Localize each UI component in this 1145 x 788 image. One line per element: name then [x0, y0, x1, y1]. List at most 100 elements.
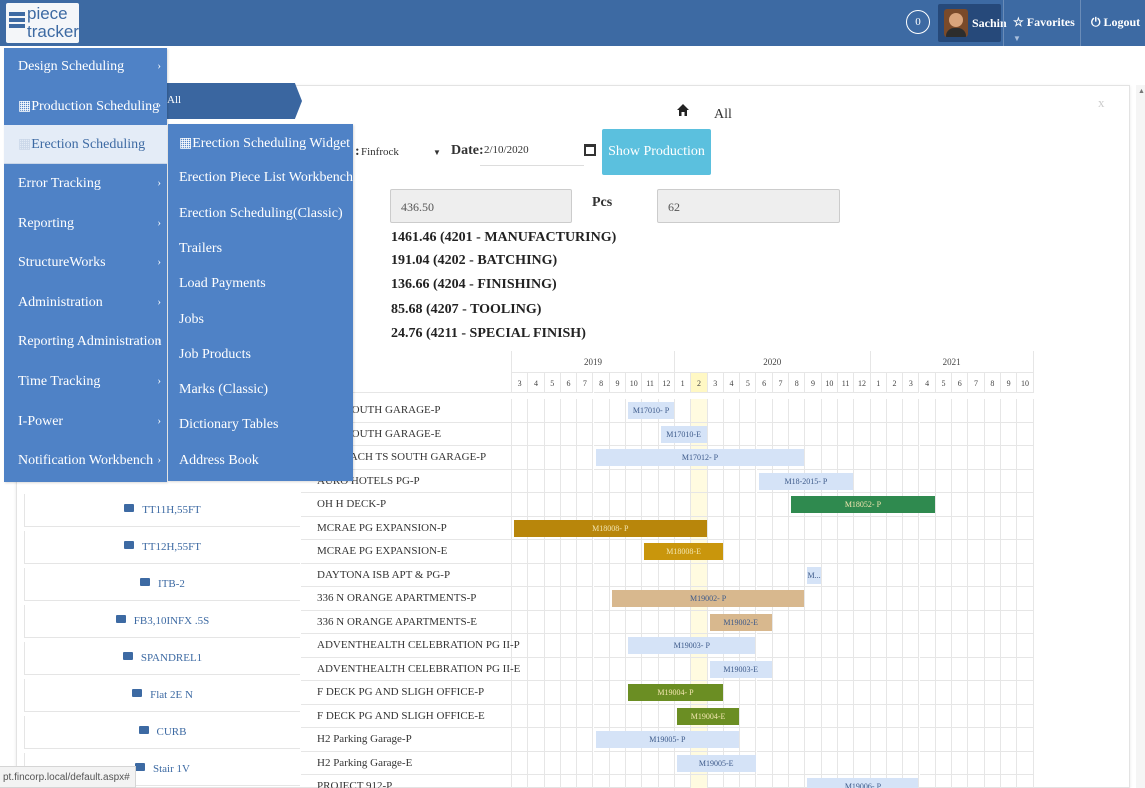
- gantt-schedule-bar[interactable]: M19004- P: [628, 684, 723, 701]
- gantt-grid-cell: [577, 446, 594, 470]
- gantt-job-name[interactable]: F DECK PG AND SLIGH OFFICE-P: [317, 686, 484, 698]
- submenu-item-piece-list-workbench[interactable]: Erection Piece List Workbench: [179, 170, 353, 186]
- gantt-grid-cell: [821, 516, 838, 540]
- gantt-job-name[interactable]: MCRAE PG EXPANSION-E: [317, 545, 447, 557]
- menu-item-reporting-administration[interactable]: Reporting Administration ›: [4, 323, 167, 362]
- gantt-grid-cell: [903, 728, 920, 752]
- gantt-job-name[interactable]: ADVENTHEALTH CELEBRATION PG II-E: [317, 663, 520, 675]
- gantt-grid-cell: [870, 610, 887, 634]
- gantt-schedule-bar[interactable]: M19005-E: [677, 754, 756, 772]
- submenu-item-jobs[interactable]: Jobs: [179, 312, 204, 328]
- menu-item-erection-scheduling[interactable]: ▦Erection Scheduling: [4, 125, 167, 164]
- logout-button[interactable]: ⏻ Logout: [1080, 0, 1145, 46]
- gantt-job-name[interactable]: MCRAE PG EXPANSION-P: [317, 522, 447, 534]
- notification-count-badge[interactable]: 0: [906, 10, 930, 34]
- home-icon[interactable]: [676, 103, 690, 117]
- gantt-schedule-bar[interactable]: M18008- P: [514, 519, 707, 537]
- submenu-item-trailers[interactable]: Trailers: [179, 241, 222, 257]
- gantt-schedule-bar[interactable]: M17010- P: [628, 402, 674, 419]
- show-production-button[interactable]: Show Production: [602, 129, 711, 175]
- gantt-job-name[interactable]: 336 N ORANGE APARTMENTS-P: [317, 592, 476, 604]
- gantt-month-header: 2: [886, 373, 904, 393]
- gantt-grid-cell: [821, 446, 838, 470]
- gantt-job-name[interactable]: F DECK PG AND SLIGH OFFICE-E: [317, 710, 485, 722]
- gantt-grid-cell: [805, 446, 822, 470]
- grid-icon: ▦: [18, 137, 32, 152]
- gantt-month-header: 5: [935, 373, 953, 393]
- menu-item-administration[interactable]: Administration ›: [4, 284, 167, 323]
- menu-item-label: Error Tracking: [18, 176, 101, 191]
- menu-item-structureworks[interactable]: StructureWorks ›: [4, 244, 167, 283]
- scroll-up-arrow-icon[interactable]: ▲: [1138, 87, 1145, 95]
- date-input[interactable]: 2/10/2020: [480, 136, 584, 166]
- gantt-grid-cell: [560, 751, 578, 775]
- menu-item-design-scheduling[interactable]: Design Scheduling ›: [4, 48, 167, 87]
- menu-item-time-tracking[interactable]: Time Tracking ›: [4, 363, 167, 402]
- gantt-job-name[interactable]: ADVENTHEALTH CELEBRATION PG II-P: [317, 639, 520, 651]
- gantt-job-name[interactable]: H2 Parking Garage-P: [317, 733, 412, 745]
- gantt-schedule-bar[interactable]: M18-2015- P: [758, 472, 854, 490]
- piece-list-item[interactable]: SPANDREL1: [24, 642, 300, 675]
- piece-list-item[interactable]: CURB: [24, 716, 300, 749]
- page-scrollbar[interactable]: ▲: [1136, 85, 1145, 788]
- submenu-item-dictionary-tables[interactable]: Dictionary Tables: [179, 417, 278, 433]
- gantt-job-name[interactable]: DAYTONA ISB APT & PG-P: [317, 569, 450, 581]
- gantt-schedule-bar[interactable]: M19005- P: [595, 731, 740, 748]
- menu-item-notification-workbench[interactable]: Notification Workbench ›: [4, 442, 167, 481]
- menu-item-reporting[interactable]: Reporting ›: [4, 205, 167, 244]
- gantt-job-name[interactable]: OH H DECK-P: [317, 498, 386, 510]
- gantt-grid-cell: [659, 775, 675, 788]
- user-menu[interactable]: Sachin: [938, 4, 1007, 42]
- gantt-grid-cell: [903, 422, 920, 446]
- piece-list-item[interactable]: TT11H,55FT: [24, 494, 300, 527]
- gantt-job-name[interactable]: 336 N ORANGE APARTMENTS-E: [317, 616, 477, 628]
- submenu-item-job-products[interactable]: Job Products: [179, 347, 251, 363]
- gantt-schedule-bar[interactable]: M19003- P: [628, 637, 756, 654]
- gantt-schedule-bar[interactable]: M...: [807, 566, 821, 584]
- gantt-job-name[interactable]: H2 Parking Garage-E: [317, 757, 412, 769]
- gantt-grid-cell: [903, 563, 920, 587]
- gantt-grid-cell: [675, 610, 692, 634]
- gantt-grid-cell: [593, 422, 610, 446]
- favorites-menu[interactable]: ☆ Favorites ▼: [1003, 0, 1078, 46]
- menu-item-error-tracking[interactable]: Error Tracking ›: [4, 165, 167, 204]
- gantt-grid-cell: [707, 563, 724, 587]
- gantt-schedule-bar[interactable]: M18052- P: [791, 496, 935, 513]
- gantt-grid-cell: [772, 728, 790, 752]
- gantt-grid-cell: [577, 775, 594, 788]
- menu-item-i-power[interactable]: I-Power ›: [4, 403, 167, 442]
- piece-list-item[interactable]: ITB-2: [24, 568, 300, 601]
- gantt-schedule-bar[interactable]: M19002-E: [709, 613, 772, 631]
- calendar-icon[interactable]: [584, 144, 596, 156]
- gantt-grid-cell: [707, 469, 724, 493]
- gantt-grid-cell: [789, 634, 806, 658]
- gantt-schedule-bar[interactable]: M19006- P: [807, 778, 919, 788]
- piece-list-item[interactable]: TT12H,55FT: [24, 531, 300, 564]
- browser-status-url: pt.fincorp.local/default.aspx#: [0, 766, 136, 788]
- all-jobs-band[interactable]: All: [160, 83, 302, 119]
- gantt-schedule-bar[interactable]: M17012- P: [595, 449, 805, 466]
- piece-list-item[interactable]: FB3,10INFX .5S: [24, 605, 300, 638]
- gantt-job-name[interactable]: PROJECT 912-P: [317, 780, 392, 788]
- submenu-item-classic[interactable]: Erection Scheduling(Classic): [179, 206, 343, 222]
- submenu-item-widget[interactable]: ▦Erection Scheduling Widget: [179, 135, 350, 152]
- plant-select[interactable]: Finfrock: [361, 146, 399, 158]
- chevron-right-icon: ›: [157, 454, 161, 466]
- submenu-item-marks-classic[interactable]: Marks (Classic): [179, 382, 268, 398]
- piece-list-item[interactable]: Flat 2E N: [24, 679, 300, 712]
- close-icon[interactable]: x: [1098, 95, 1105, 111]
- submenu-item-load-payments[interactable]: Load Payments: [179, 276, 266, 292]
- gantt-grid-cell: [919, 469, 936, 493]
- gantt-schedule-bar[interactable]: M18008-E: [644, 543, 723, 560]
- piecetracker-logo[interactable]: piece tracker: [6, 3, 79, 43]
- submenu-item-address-book[interactable]: Address Book: [179, 453, 259, 469]
- caret-down-icon[interactable]: ▼: [433, 148, 441, 157]
- gantt-schedule-bar[interactable]: M19004-E: [677, 707, 740, 725]
- gantt-grid-cell: [560, 469, 578, 493]
- gantt-schedule-bar[interactable]: M19003-E: [709, 660, 772, 678]
- gantt-schedule-bar[interactable]: M17010-E: [660, 425, 707, 443]
- menu-item-production-scheduling[interactable]: ▦Production Scheduling ›: [4, 87, 167, 126]
- gantt-schedule-bar[interactable]: M19002- P: [611, 590, 805, 607]
- gantt-grid-cell: [593, 540, 610, 564]
- gantt-month-header: 7: [577, 373, 594, 393]
